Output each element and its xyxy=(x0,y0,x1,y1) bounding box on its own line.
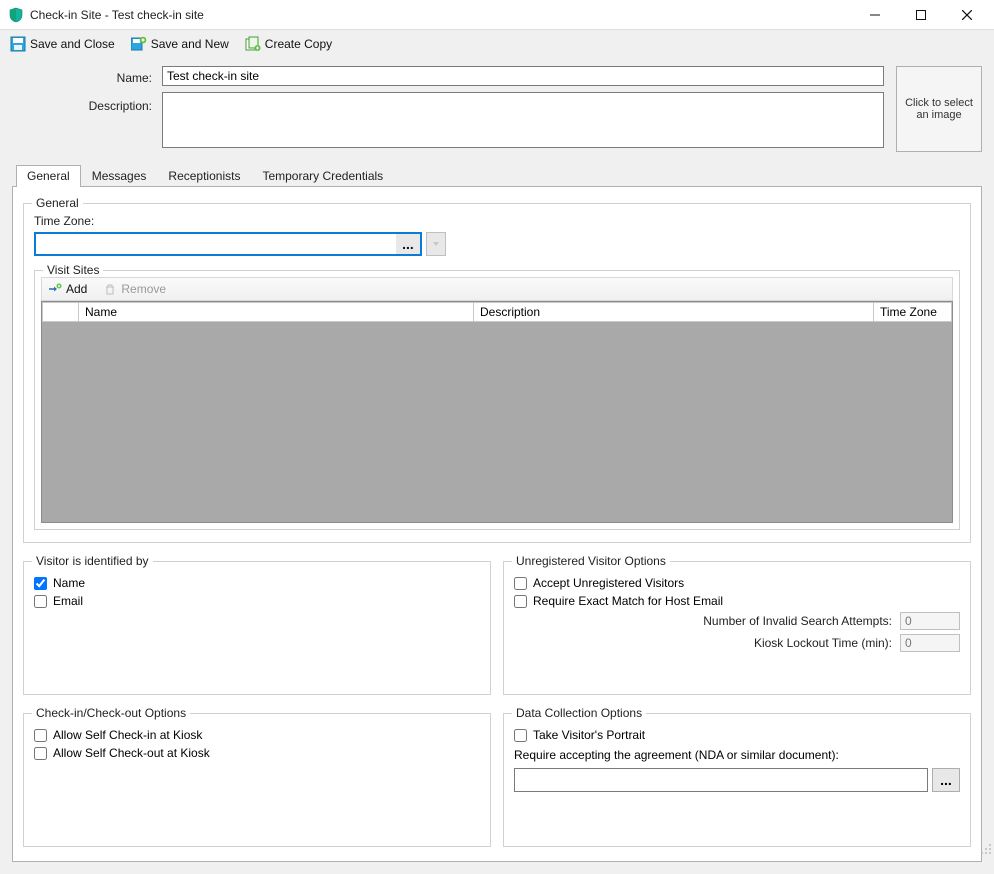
save-and-close-label: Save and Close xyxy=(30,37,115,51)
checkbox-row-self-checkout: Allow Self Check-out at Kiosk xyxy=(34,746,480,760)
timezone-field[interactable] xyxy=(34,232,396,256)
create-copy-button[interactable]: Create Copy xyxy=(239,34,338,54)
timezone-browse-button[interactable]: ... xyxy=(396,232,422,256)
identify-email-label: Email xyxy=(53,594,83,608)
exact-match-checkbox[interactable] xyxy=(514,595,527,608)
group-data-collection-legend: Data Collection Options xyxy=(512,706,646,720)
visit-sites-add-button[interactable]: Add xyxy=(44,281,91,297)
group-checkin-options: Check-in/Check-out Options Allow Self Ch… xyxy=(23,713,491,847)
group-unregistered-options: Unregistered Visitor Options Accept Unre… xyxy=(503,561,971,695)
group-general-legend: General xyxy=(32,196,83,210)
group-visit-sites-legend: Visit Sites xyxy=(43,263,103,277)
tab-receptionists[interactable]: Receptionists xyxy=(157,165,251,187)
accept-unregistered-checkbox[interactable] xyxy=(514,577,527,590)
identify-email-checkbox[interactable] xyxy=(34,595,47,608)
tab-general[interactable]: General xyxy=(16,165,81,187)
accept-unregistered-label: Accept Unregistered Visitors xyxy=(533,576,684,590)
identify-name-checkbox[interactable] xyxy=(34,577,47,590)
content-area: Name: Description: Click to select an im… xyxy=(0,58,994,874)
create-copy-label: Create Copy xyxy=(265,37,332,51)
self-checkin-label: Allow Self Check-in at Kiosk xyxy=(53,728,202,742)
self-checkout-checkbox[interactable] xyxy=(34,747,47,760)
save-and-close-button[interactable]: Save and Close xyxy=(4,34,121,54)
save-new-icon xyxy=(131,36,147,52)
save-close-icon xyxy=(10,36,26,52)
invalid-attempts-label: Number of Invalid Search Attempts: xyxy=(514,614,892,628)
visit-col-name[interactable]: Name xyxy=(79,303,474,322)
exact-match-label: Require Exact Match for Host Email xyxy=(533,594,723,608)
lockout-time-label: Kiosk Lockout Time (min): xyxy=(514,636,892,650)
save-and-new-button[interactable]: Save and New xyxy=(125,34,235,54)
visit-col-timezone[interactable]: Time Zone xyxy=(874,303,952,322)
app-shield-icon xyxy=(8,7,24,23)
description-field[interactable] xyxy=(162,92,884,148)
visit-sites-add-label: Add xyxy=(66,282,87,296)
visit-sites-grid[interactable]: Name Description Time Zone xyxy=(41,301,953,523)
ellipsis-icon: ... xyxy=(402,236,414,252)
take-portrait-checkbox[interactable] xyxy=(514,729,527,742)
resize-grip-icon[interactable] xyxy=(978,841,992,855)
create-copy-icon xyxy=(245,36,261,52)
remove-icon xyxy=(103,282,117,296)
image-picker-label: Click to select an image xyxy=(901,97,977,121)
timezone-label: Time Zone: xyxy=(34,214,960,228)
self-checkout-label: Allow Self Check-out at Kiosk xyxy=(53,746,210,760)
group-visitor-identified-legend: Visitor is identified by xyxy=(32,554,153,568)
checkbox-row-name: Name xyxy=(34,576,480,590)
group-unregistered-legend: Unregistered Visitor Options xyxy=(512,554,670,568)
visit-sites-remove-button[interactable]: Remove xyxy=(99,281,170,297)
top-form: Name: Description: Click to select an im… xyxy=(12,66,982,152)
self-checkin-checkbox[interactable] xyxy=(34,729,47,742)
image-picker[interactable]: Click to select an image xyxy=(896,66,982,152)
timezone-dropdown-button[interactable] xyxy=(426,232,446,256)
chevron-down-icon xyxy=(432,237,440,251)
visit-sites-toolbar: Add Remove xyxy=(41,277,953,301)
agreement-field[interactable] xyxy=(514,768,928,792)
take-portrait-label: Take Visitor's Portrait xyxy=(533,728,645,742)
add-icon xyxy=(48,282,62,296)
visit-col-description[interactable]: Description xyxy=(474,303,874,322)
checkbox-row-portrait: Take Visitor's Portrait xyxy=(514,728,960,742)
title-bar: Check-in Site - Test check-in site xyxy=(0,0,994,30)
description-label: Description: xyxy=(12,99,152,113)
agreement-label: Require accepting the agreement (NDA or … xyxy=(514,748,839,762)
tab-body-general: General Time Zone: ... Visit Sites xyxy=(12,187,982,862)
visit-col-selector[interactable] xyxy=(43,303,79,322)
checkbox-row-accept-unreg: Accept Unregistered Visitors xyxy=(514,576,960,590)
agreement-browse-button[interactable]: ... xyxy=(932,768,960,792)
ellipsis-icon: ... xyxy=(940,772,952,788)
group-data-collection: Data Collection Options Take Visitor's P… xyxy=(503,713,971,847)
toolbar: Save and Close Save and New Create Copy xyxy=(0,30,994,58)
visit-sites-empty-rows xyxy=(42,322,952,522)
name-label: Name: xyxy=(12,71,152,85)
lockout-time-field xyxy=(900,634,960,652)
maximize-button[interactable] xyxy=(898,0,944,30)
visit-sites-remove-label: Remove xyxy=(121,282,166,296)
checkbox-row-email: Email xyxy=(34,594,480,608)
group-checkin-legend: Check-in/Check-out Options xyxy=(32,706,190,720)
group-general: General Time Zone: ... Visit Sites xyxy=(23,203,971,543)
checkbox-row-exact-match: Require Exact Match for Host Email xyxy=(514,594,960,608)
identify-name-label: Name xyxy=(53,576,85,590)
invalid-attempts-field xyxy=(900,612,960,630)
name-field[interactable] xyxy=(162,66,884,86)
group-visitor-identified: Visitor is identified by Name Email xyxy=(23,561,491,695)
window-title: Check-in Site - Test check-in site xyxy=(30,8,852,22)
close-button[interactable] xyxy=(944,0,990,30)
save-and-new-label: Save and New xyxy=(151,37,229,51)
tab-strip: General Messages Receptionists Temporary… xyxy=(12,164,982,187)
group-visit-sites: Visit Sites Add xyxy=(34,270,960,530)
tab-messages[interactable]: Messages xyxy=(81,165,158,187)
minimize-button[interactable] xyxy=(852,0,898,30)
tab-temporary-credentials[interactable]: Temporary Credentials xyxy=(251,165,394,187)
checkbox-row-self-checkin: Allow Self Check-in at Kiosk xyxy=(34,728,480,742)
